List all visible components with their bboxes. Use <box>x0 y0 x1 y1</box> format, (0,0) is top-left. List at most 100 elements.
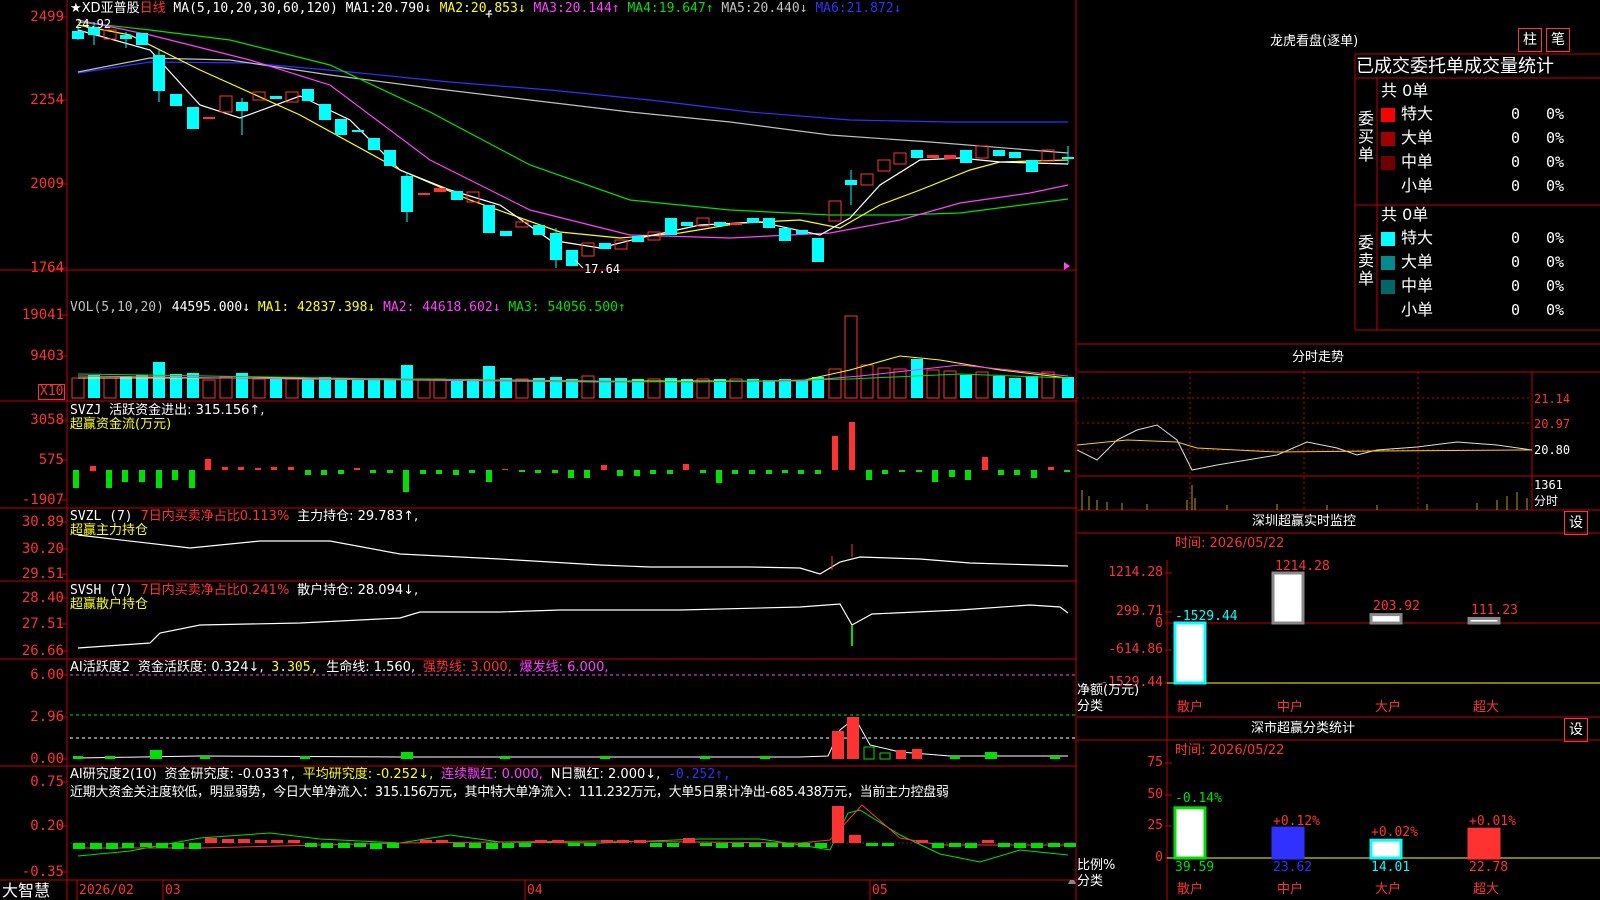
monitor-bar-3 <box>1369 613 1403 625</box>
lhb-sell-row-3: 中单 <box>1381 277 1433 295</box>
monitor-val-2: 1214.28 <box>1275 559 1330 574</box>
classify-cat-1: 散户 <box>1177 882 1204 897</box>
fenshi-axis-3: 20.80 <box>1534 443 1571 457</box>
monitor-xlabel: 分类 <box>1077 699 1104 714</box>
svsh-axis-3: 26.66 <box>21 643 64 659</box>
monitor-cat-1: 散户 <box>1177 700 1204 715</box>
svzj-desc: 活跃资金进出: 315.156↑, <box>109 403 265 418</box>
lhb-bar-button[interactable]: 柱 <box>1518 28 1542 52</box>
lhb-tick-button[interactable]: 笔 <box>1546 28 1570 52</box>
buy-xl-n: 0 <box>1511 105 1521 123</box>
monitor-bars <box>1173 571 1501 685</box>
lhb-sell-row-1: 特大 <box>1381 229 1433 247</box>
fenshi-title[interactable]: 分时走势 <box>1292 351 1344 365</box>
ai2-e: -0.252↑, <box>668 767 731 782</box>
sell-xl-p: 0% <box>1546 229 1565 247</box>
sell-xl-n: 0 <box>1511 229 1521 247</box>
brand-label: 大智慧 <box>2 881 51 900</box>
svzl-axis-3: 29.51 <box>21 566 64 582</box>
classify-bottom-2: 23.62 <box>1273 860 1313 875</box>
svzl-title: SVZL (7) <box>70 509 133 524</box>
classify-settings-button[interactable]: 设 <box>1564 718 1588 742</box>
vol-unit: X10 <box>38 384 66 400</box>
high-annotation: 24.92 <box>75 17 112 31</box>
svsh-header: SVSH (7) 7日内买卖净占比0.241% 散户持仓: 28.094↓, <box>70 584 418 598</box>
sell-l-n: 0 <box>1511 253 1521 271</box>
classify-axis-3: 25 <box>1147 818 1163 833</box>
ai2-header: AI研究度2(10) 资金研究度: -0.033↑, 平均研究度: -0.252… <box>70 768 731 782</box>
monitor-bar-4 <box>1467 616 1501 625</box>
monitor-settings-button[interactable]: 设 <box>1564 511 1588 535</box>
ai2-title: AI研究度2(10) <box>70 767 157 782</box>
lhb-title: 龙虎看盘(逐单) <box>1270 34 1359 49</box>
monitor-val-3: 203.92 <box>1373 599 1420 614</box>
crosshair-icon: + <box>485 7 493 22</box>
ma4-label: MA4: <box>627 1 659 16</box>
buy-m-n: 0 <box>1511 153 1521 171</box>
monitor-cat-4: 超大 <box>1473 700 1500 715</box>
svsh-axis-1: 28.40 <box>21 590 64 606</box>
vol-ma1: MA1: 42837.398↓ <box>257 300 376 315</box>
classify-axis-1: 75 <box>1147 755 1163 770</box>
ai2-axis-2: 0.20 <box>30 818 64 834</box>
ai1-e: 爆发线: 6.000, <box>519 660 609 675</box>
buy-m-name: 中单 <box>1401 152 1434 171</box>
classify-cat-3: 大户 <box>1375 882 1402 897</box>
buy-l-swatch <box>1381 131 1395 146</box>
ai2-d: N日飘红: 2.000↓, <box>550 767 661 782</box>
sell-s-name: 小单 <box>1401 300 1434 319</box>
ai1-axis-3: 0.00 <box>30 751 64 767</box>
svzj-axis-2: 575 <box>38 452 64 468</box>
ma4-value: 19.647↑ <box>658 1 714 16</box>
ai2-b: 平均研究度: -0.252↓, <box>302 767 434 782</box>
ma6-label: MA6: <box>815 1 847 16</box>
vol-value: 44595.000↓ <box>171 300 251 315</box>
sell-l-swatch <box>1381 255 1395 270</box>
classify-cat-2: 中户 <box>1277 882 1304 897</box>
stock-name[interactable]: ★XD亚普股 <box>70 1 140 16</box>
monitor-bar-2 <box>1271 571 1305 625</box>
right-panel: 龙虎看盘(逐单) 柱 笔 已成交委托单成交量统计 委买单 共 0单 特大 0 0… <box>1077 0 1600 900</box>
monitor-bar-1 <box>1173 621 1207 685</box>
sell-xl-name: 特大 <box>1401 228 1434 247</box>
price-axis-3: 2009 <box>30 176 64 192</box>
monitor-val-4: 111.23 <box>1471 603 1518 618</box>
svsh-axis-2: 27.51 <box>21 616 64 632</box>
buy-m-p: 0% <box>1546 153 1565 171</box>
period-label[interactable]: 日线 <box>140 1 166 16</box>
lhb-buy-row-3: 中单 <box>1381 153 1433 171</box>
date-label-1: 2026/02 <box>79 883 134 898</box>
buy-xl-p: 0% <box>1546 105 1565 123</box>
monitor-val-1: -1529.44 <box>1175 609 1238 624</box>
chart-area[interactable]: ★XD亚普股日线 MA(5,10,20,30,60,120) MA1:20.79… <box>0 0 1077 900</box>
svzj-sub: 超赢资金流(万元) <box>70 417 172 432</box>
vol-ma2: MA2: 44618.602↓ <box>383 300 501 315</box>
lhb-sell-total: 共 0单 <box>1381 205 1429 224</box>
chart-svg <box>0 0 1077 900</box>
ai1-a: 资金活跃度: 0.324↓, <box>137 660 264 675</box>
buy-l-p: 0% <box>1546 129 1565 147</box>
ai1-b: 3.305, <box>271 660 319 675</box>
monitor-axis-1: 1214.28 <box>1108 565 1163 580</box>
classify-top-1: -0.14% <box>1175 791 1222 806</box>
classify-bar-1 <box>1173 806 1207 860</box>
fenshi-axis-4: 1361 <box>1534 478 1563 492</box>
date-label-3: 04 <box>527 883 543 898</box>
fenshi-axis-1: 21.14 <box>1534 392 1571 406</box>
ma3-label: MA3: <box>533 1 565 16</box>
lhb-buy-row-1: 特大 <box>1381 105 1433 123</box>
fenshi-axis-2: 20.97 <box>1534 417 1571 431</box>
vol-axis-1: 19041 <box>21 307 64 323</box>
classify-bottom-1: 39.59 <box>1175 860 1215 875</box>
date-label-4: 05 <box>872 883 888 898</box>
price-axis-2: 2254 <box>30 92 64 108</box>
ma5-label: MA5: <box>721 1 753 16</box>
classify-bottom-4: 22.78 <box>1469 860 1509 875</box>
lhb-sell-label: 委卖单 <box>1358 233 1375 288</box>
monitor-time: 时间: 2026/05/22 <box>1175 536 1285 551</box>
buy-m-swatch <box>1381 155 1395 170</box>
svzl-hold: 主力持仓: 29.783↑, <box>297 509 419 524</box>
sell-xl-swatch <box>1381 231 1395 246</box>
svzl-sub: 超赢主力持仓 <box>70 523 149 538</box>
lhb-sell-row-2: 大单 <box>1381 253 1433 271</box>
